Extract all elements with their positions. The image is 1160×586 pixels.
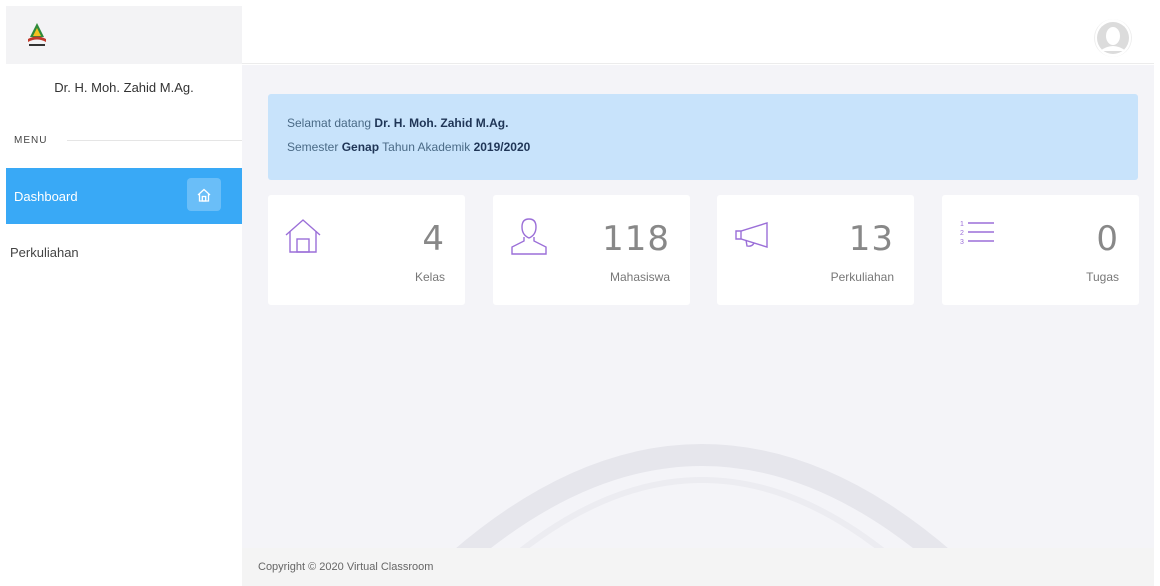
stat-label: Mahasiswa bbox=[609, 270, 670, 284]
semester-prefix: Semester bbox=[287, 140, 339, 154]
home-icon bbox=[285, 219, 321, 253]
sidebar: Dr. H. Moh. Zahid M.Ag. MENU Dashboard P… bbox=[6, 6, 242, 586]
year-prefix: Tahun Akademik bbox=[382, 140, 471, 154]
logo-icon[interactable] bbox=[24, 21, 50, 49]
stat-card-mahasiswa[interactable]: 118 Mahasiswa bbox=[493, 195, 690, 305]
user-icon bbox=[511, 218, 547, 255]
main-content: Selamat datang Dr. H. Moh. Zahid M.Ag. S… bbox=[242, 65, 1154, 586]
stat-label: Tugas bbox=[1086, 270, 1119, 284]
year-value: 2019/2020 bbox=[473, 140, 531, 154]
menu-title: MENU bbox=[14, 134, 48, 146]
stat-card-perkuliahan[interactable]: 13 Perkuliahan bbox=[717, 195, 914, 305]
greeting-prefix: Selamat datang bbox=[287, 116, 372, 130]
copyright-text: Copyright © 2020 Virtual Classroom bbox=[258, 561, 434, 573]
svg-text:2: 2 bbox=[960, 230, 964, 237]
menu-header: MENU bbox=[6, 132, 242, 148]
top-bar bbox=[242, 6, 1154, 64]
megaphone-icon bbox=[735, 222, 768, 248]
home-icon bbox=[187, 178, 221, 211]
welcome-greeting: Selamat datang Dr. H. Moh. Zahid M.Ag. bbox=[287, 111, 1119, 135]
logo-bar bbox=[6, 6, 242, 64]
stat-value: 4 bbox=[422, 219, 445, 259]
sidebar-item-dashboard[interactable]: Dashboard bbox=[6, 168, 242, 224]
stat-value: 0 bbox=[1096, 219, 1119, 259]
user-avatar-icon[interactable] bbox=[1094, 19, 1132, 57]
welcome-semester: Semester Genap Tahun Akademik 2019/2020 bbox=[287, 135, 1119, 159]
stat-value: 13 bbox=[848, 219, 894, 259]
svg-text:3: 3 bbox=[960, 239, 964, 246]
semester-value: Genap bbox=[341, 140, 380, 154]
stat-label: Perkuliahan bbox=[830, 270, 894, 284]
sidebar-user-name: Dr. H. Moh. Zahid M.Ag. bbox=[54, 80, 194, 95]
menu-divider bbox=[67, 139, 242, 141]
stat-value: 118 bbox=[602, 219, 670, 259]
sidebar-item-label: Perkuliahan bbox=[10, 244, 79, 260]
stat-card-kelas[interactable]: 4 Kelas bbox=[268, 195, 465, 305]
sidebar-item-perkuliahan[interactable]: Perkuliahan bbox=[6, 236, 242, 268]
svg-text:1: 1 bbox=[960, 221, 964, 228]
welcome-user-name: Dr. H. Moh. Zahid M.Ag. bbox=[374, 116, 509, 130]
stat-label: Kelas bbox=[414, 270, 445, 284]
stat-card-tugas[interactable]: 1 2 3 0 Tugas bbox=[942, 195, 1139, 305]
footer: Copyright © 2020 Virtual Classroom bbox=[242, 548, 1154, 586]
sidebar-item-label: Dashboard bbox=[14, 188, 78, 204]
welcome-banner: Selamat datang Dr. H. Moh. Zahid M.Ag. S… bbox=[268, 94, 1138, 180]
list-icon: 1 2 3 bbox=[960, 221, 994, 246]
